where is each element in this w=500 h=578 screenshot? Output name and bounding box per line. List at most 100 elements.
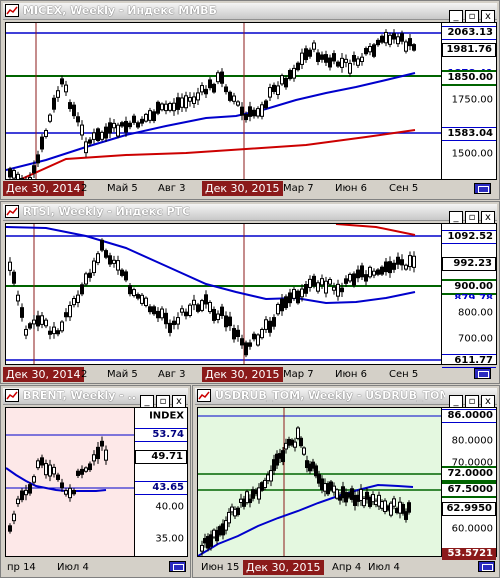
candle-body: [224, 315, 228, 328]
candle-body: [172, 102, 176, 112]
history-navigator-icon[interactable]: [169, 561, 186, 572]
rtsi-chart-window[interactable]: RTSI, Weekly - Индекс РТС _ ▫ x 1092.52 99…: [0, 201, 500, 384]
rtsi-top-price-tag: 1092.52: [442, 230, 496, 244]
candle-body: [88, 463, 92, 471]
usdrub-chart-window[interactable]: USDRUB_TOM, Weekly - USDRUB_TOM _ ▫ x 86.0…: [192, 385, 500, 578]
candle-body: [264, 319, 268, 330]
candle-body: [80, 284, 84, 295]
brent-chart-window[interactable]: BRENT, Weekly - ... _ ▫ x INDEX 53.74 49.7…: [0, 385, 191, 578]
candle-body: [360, 265, 364, 278]
candle-body: [228, 91, 232, 101]
candle-body: [132, 289, 136, 297]
candle-body: [180, 308, 184, 313]
candle-body: [284, 296, 288, 309]
candle-body: [44, 129, 48, 137]
usdrub-time-label: Июл 4: [368, 562, 400, 573]
candle-body: [76, 294, 80, 303]
micex-window-title: MICEX, Weekly - Индекс ММВБ: [23, 4, 217, 17]
candle-body: [188, 97, 192, 102]
candle-body: [220, 71, 224, 84]
candle-body: [192, 96, 196, 104]
candle-body: [248, 498, 252, 504]
candle-body: [404, 511, 408, 520]
candle-body: [60, 482, 64, 489]
candle-body: [380, 35, 384, 43]
candle-body: [28, 177, 32, 179]
candle-body: [236, 507, 240, 516]
candle-body: [196, 304, 200, 312]
candle-body: [64, 84, 68, 93]
candle-body: [44, 463, 48, 476]
candle-body: [52, 97, 56, 110]
history-navigator-icon[interactable]: [474, 368, 491, 379]
candle-body: [60, 321, 64, 332]
candle-body: [288, 70, 292, 80]
candle-body: [72, 298, 76, 306]
candle-body: [52, 326, 56, 335]
candle-body: [304, 284, 308, 294]
rtsi-title-bar[interactable]: RTSI, Weekly - Индекс РТС _ ▫ x: [3, 204, 497, 224]
candle-body: [8, 525, 12, 532]
brent-plot-area[interactable]: [5, 407, 135, 557]
candle-body: [292, 288, 296, 299]
candle-body: [400, 33, 404, 42]
candle-body: [200, 544, 204, 552]
candle-body: [28, 323, 32, 329]
micex-chart-window[interactable]: MICEX, Weekly - Индекс ММВБ _ ▫ x 2063.13 …: [0, 0, 500, 200]
candle-body: [232, 95, 236, 102]
candle-body: [64, 490, 68, 495]
brent-title-bar[interactable]: BRENT, Weekly - ... _ ▫ x: [3, 388, 188, 408]
candle-body: [8, 261, 12, 271]
rtsi-plot-area[interactable]: [5, 223, 442, 365]
candle-body: [220, 306, 224, 317]
candle-body: [100, 440, 104, 447]
candle-body: [136, 294, 140, 299]
usdrub-plot-area[interactable]: [197, 407, 442, 557]
candle-body: [204, 294, 208, 305]
candle-body: [28, 484, 32, 494]
candle-body: [20, 307, 24, 318]
rtsi-window-title: RTSI, Weekly - Индекс РТС: [23, 205, 191, 218]
candle-body: [376, 39, 380, 46]
candle-body: [60, 78, 64, 85]
micex-plot-area[interactable]: [5, 22, 442, 180]
candle-body: [44, 319, 48, 327]
candle-body: [380, 266, 384, 275]
candle-body: [152, 306, 156, 315]
candle-body: [172, 320, 176, 326]
candle-body: [184, 95, 188, 109]
candle-body: [392, 498, 396, 507]
history-navigator-icon[interactable]: [478, 561, 495, 572]
rtsi-time-label: Авг 3: [158, 369, 186, 380]
usdrub-title-bar[interactable]: USDRUB_TOM, Weekly - USDRUB_TOM _ ▫ x: [195, 388, 497, 408]
rtsi-tick-800: 800.00: [458, 307, 493, 319]
chart-window-icon: [5, 4, 19, 17]
micex-time-label: Май 5: [107, 183, 138, 194]
candle-body: [400, 259, 404, 266]
candle-body: [212, 83, 216, 93]
micex-title-bar[interactable]: MICEX, Weekly - Индекс ММВБ _ ▫ x: [3, 3, 497, 23]
candle-body: [340, 57, 344, 68]
candle-body: [356, 58, 360, 66]
history-navigator-icon[interactable]: [474, 183, 491, 194]
candle-body: [124, 271, 128, 281]
candle-body: [112, 259, 116, 264]
candle-body: [260, 328, 264, 339]
candle-body: [348, 62, 352, 74]
candle-body: [132, 115, 136, 123]
candle-body: [360, 56, 364, 63]
candle-body: [12, 271, 16, 284]
candle-body: [148, 110, 152, 121]
candle-body: [302, 447, 306, 455]
candle-body: [52, 466, 56, 475]
candle-body: [140, 294, 144, 304]
candle-body: [188, 304, 192, 317]
micex-low-level-tag: 1583.04: [442, 127, 496, 141]
candle-body: [269, 470, 273, 482]
candle-body: [92, 260, 96, 274]
candle-body: [272, 84, 276, 93]
candle-body: [92, 454, 96, 462]
candle-body: [32, 319, 36, 325]
candle-body: [68, 102, 72, 110]
candle-body: [128, 122, 132, 128]
